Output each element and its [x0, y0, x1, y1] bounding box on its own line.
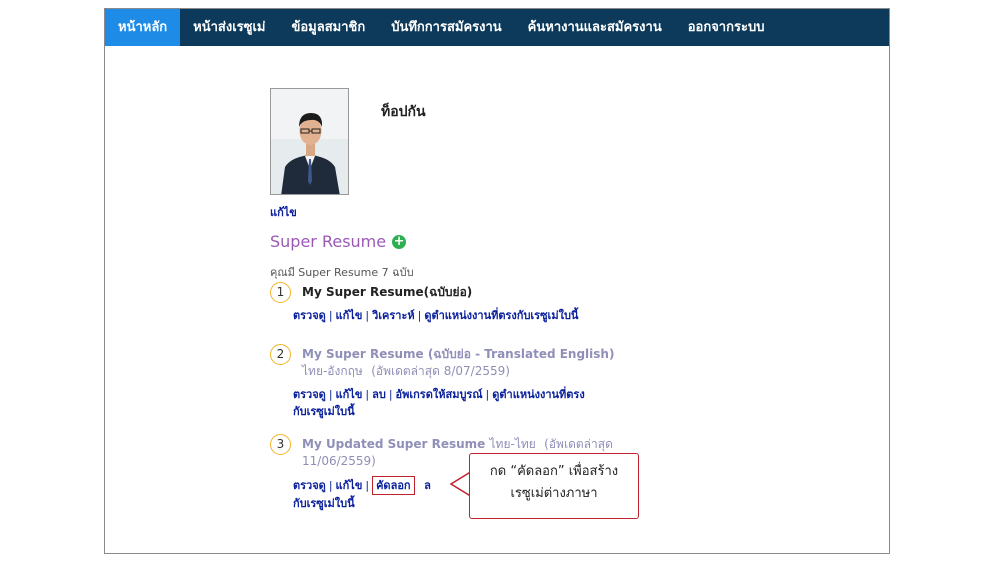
view-link[interactable]: ตรวจดู	[293, 309, 326, 322]
callout-line-1: กด “คัดลอก” เพื่อสร้าง	[489, 464, 619, 479]
callout-line-2: เรซูเม่ต่างภาษา	[510, 486, 598, 501]
resume-actions: ตรวจดู | แก้ไข | ลบ | อัพเกรดให้สมบูรณ์ | ดูตำแห…	[293, 388, 585, 418]
resume-language: ไทย-อังกฤษ	[302, 364, 363, 378]
super-resume-title: Super Resume	[270, 232, 387, 251]
page-frame: หน้าหลัก หน้าส่งเรซูเม่ ข้อมูลสมาชิก บัน…	[104, 8, 890, 554]
view-link[interactable]: ตรวจดู	[293, 388, 326, 401]
nav-send-resume[interactable]: หน้าส่งเรซูเม่	[180, 9, 278, 46]
analyze-link[interactable]: วิเคราะห์	[372, 309, 415, 322]
nav-home[interactable]: หน้าหลัก	[105, 9, 181, 46]
matching-jobs-link-cont[interactable]: กับเรซูเม่ใบนี้	[293, 405, 355, 418]
view-link[interactable]: ตรวจดู	[293, 479, 326, 492]
callout-pointer	[449, 471, 471, 497]
super-resume-heading: Super Resume +	[270, 232, 407, 251]
copy-tooltip-callout: กด “คัดลอก” เพื่อสร้าง เรซูเม่ต่างภาษา	[469, 453, 639, 519]
edit-profile-link[interactable]: แก้ไข	[270, 203, 297, 221]
resume-title[interactable]: My Super Resume (ฉบับย่อ - Translated En…	[302, 346, 662, 380]
upgrade-link[interactable]: อัพเกรดให้สมบูรณ์	[396, 388, 483, 401]
resume-number-badge: 2	[270, 344, 291, 365]
resume-updated: (อัพเดตล่าสุด	[544, 437, 613, 451]
resume-number-badge: 3	[270, 434, 291, 455]
resume-updated: (อัพเดตล่าสุด 8/07/2559)	[371, 364, 510, 378]
resume-title[interactable]: My Super Resume(ฉบับย่อ)	[302, 284, 662, 301]
delete-link[interactable]: ลบ	[372, 388, 386, 401]
nav-logout[interactable]: ออกจากระบบ	[675, 9, 778, 46]
profile-name: ท็อปกัน	[381, 104, 426, 120]
edit-link[interactable]: แก้ไข	[336, 388, 363, 401]
resume-updated-date: 11/06/2559)	[302, 454, 376, 468]
copy-link[interactable]: คัดลอก	[372, 476, 415, 495]
resume-number-badge: 1	[270, 282, 291, 303]
nav-application-log[interactable]: บันทึกการสมัครงาน	[378, 9, 514, 46]
resume-count: คุณมี Super Resume 7 ฉบับ	[270, 266, 414, 279]
matching-jobs-link[interactable]: ดูตำแหน่งงานที่ตรงกับเรซูเม่ใบนี้	[424, 309, 578, 322]
nav-member-info[interactable]: ข้อมูลสมาชิก	[278, 9, 378, 46]
top-navbar: หน้าหลัก หน้าส่งเรซูเม่ ข้อมูลสมาชิก บัน…	[105, 9, 889, 46]
resume-title-text: My Updated Super Resume	[302, 437, 486, 451]
edit-link[interactable]: แก้ไข	[336, 479, 363, 492]
profile-photo	[270, 88, 349, 195]
matching-jobs-link-cont[interactable]: กับเรซูเม่ใบนี้	[293, 497, 355, 510]
person-avatar-image	[271, 89, 348, 194]
nav-search-jobs[interactable]: ค้นหางานและสมัครงาน	[515, 9, 675, 46]
resume-actions: ตรวจดู | แก้ไข | วิเคราะห์ | ดูตำแหน่งงานที่ตร…	[293, 309, 579, 322]
resume-title-text: My Super Resume (ฉบับย่อ - Translated En…	[302, 347, 615, 361]
add-circle-icon[interactable]: +	[392, 234, 407, 249]
resume-language: ไทย-ไทย	[489, 437, 536, 451]
edit-link[interactable]: แก้ไข	[336, 309, 363, 322]
delete-link-partial[interactable]: ล	[424, 479, 431, 492]
matching-jobs-link[interactable]: ดูตำแหน่งงานที่ตรง	[492, 388, 584, 401]
